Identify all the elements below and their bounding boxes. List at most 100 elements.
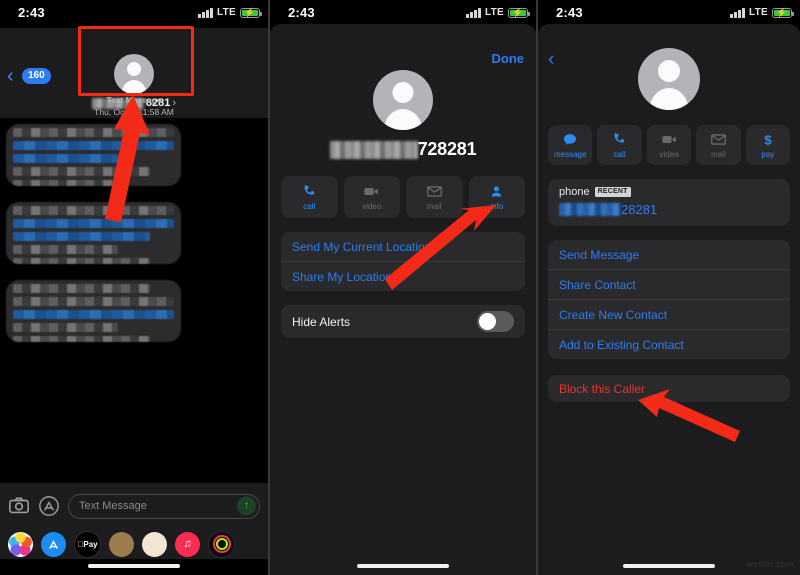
call-action-button[interactable]: call	[597, 125, 642, 165]
unread-count-badge[interactable]: 160	[22, 68, 51, 84]
send-message-row[interactable]: Send Message	[548, 240, 790, 269]
phone-number-card[interactable]: phone RECENT 28281	[548, 179, 790, 226]
fitness-app-icon[interactable]	[208, 530, 235, 558]
person-circle-icon	[489, 184, 504, 200]
carrier-label: LTE	[216, 7, 236, 18]
action-label: pay	[761, 149, 775, 159]
dollar-sign-icon: $	[760, 132, 776, 148]
redacted-phone-number	[559, 203, 621, 216]
share-my-location-row[interactable]: Share My Location	[281, 261, 525, 291]
action-label: mail	[711, 149, 726, 159]
cellular-bars-icon	[730, 7, 745, 18]
message-timestamp: Thu, Oct 8, 11:58 AM	[94, 107, 174, 118]
memoji-sticker-2-icon[interactable]	[142, 531, 167, 557]
action-label: mail	[426, 201, 442, 211]
envelope-icon	[426, 184, 443, 200]
camera-icon[interactable]	[8, 495, 30, 517]
action-label: message	[553, 149, 587, 159]
contact-name: 728281	[270, 139, 536, 160]
send-current-location-row[interactable]: Send My Current Location	[281, 232, 525, 261]
cellular-bars-icon	[198, 7, 213, 18]
block-caller-card: Block this Caller	[548, 375, 790, 402]
add-to-existing-contact-row[interactable]: Add to Existing Contact	[548, 329, 790, 359]
phone-icon	[302, 184, 317, 200]
status-bar-indicators: LTE ⚡	[730, 7, 794, 18]
imessage-app-dock: Pay ♫	[0, 529, 268, 559]
call-action-button[interactable]: call	[281, 176, 338, 218]
block-this-caller-row[interactable]: Block this Caller	[548, 375, 790, 402]
photos-app-icon[interactable]	[8, 531, 33, 557]
mail-action-button: mail	[406, 176, 463, 218]
action-label: video	[659, 149, 679, 159]
message-type-label: Text Message	[106, 95, 162, 105]
carrier-label: LTE	[748, 7, 768, 18]
contact-menu-card: Send Message Share Contact Create New Co…	[548, 240, 790, 359]
contact-action-row: message call video mail $ pay	[548, 125, 791, 165]
home-indicator	[88, 564, 180, 568]
video-camera-icon	[363, 184, 380, 200]
compose-bar: Text Message ↑	[0, 483, 268, 529]
panel-contact-card: 2:43 LTE ⚡ ‹ message call video mail $ p…	[538, 0, 800, 575]
hide-alerts-card: Hide Alerts	[281, 305, 525, 338]
text-message-placeholder: Text Message	[79, 500, 147, 512]
create-new-contact-row[interactable]: Create New Contact	[548, 299, 790, 329]
chevron-left-icon[interactable]: ‹	[7, 66, 14, 86]
message-timestamp-block: Text Message Thu, Oct 8, 11:58 AM	[0, 94, 268, 118]
svg-text:$: $	[764, 132, 772, 147]
redacted-name	[329, 140, 418, 159]
panel-messages-conversation: 2:43 LTE ⚡ ‹ 160 8281 › Text Message Thu…	[0, 0, 268, 575]
person-placeholder-icon	[373, 70, 433, 130]
message-bubble[interactable]	[6, 202, 181, 264]
action-label: video	[362, 201, 382, 211]
panel-conversation-details: 2:43 LTE ⚡ Done 728281 call video mail i…	[270, 0, 536, 575]
quick-action-row: call video mail info	[281, 176, 525, 218]
music-app-icon[interactable]: ♫	[175, 531, 200, 557]
phone-digits: 28281	[621, 202, 658, 217]
cellular-bars-icon	[466, 7, 481, 18]
message-bubble-icon	[562, 132, 578, 148]
home-indicator	[357, 564, 449, 568]
recent-badge: RECENT	[594, 186, 631, 198]
battery-charging-icon: ⚡	[508, 7, 530, 18]
message-bubble[interactable]	[6, 280, 181, 342]
location-options-card: Send My Current Location Share My Locati…	[281, 232, 525, 291]
share-contact-row[interactable]: Share Contact	[548, 269, 790, 299]
text-message-input[interactable]: Text Message ↑	[68, 493, 260, 519]
send-arrow-up-icon[interactable]: ↑	[237, 496, 256, 516]
status-bar-time: 2:43	[18, 5, 45, 20]
hide-alerts-row[interactable]: Hide Alerts	[281, 305, 525, 338]
envelope-icon	[710, 132, 727, 148]
screenshot-stage: 2:43 LTE ⚡ ‹ 160 8281 › Text Message Thu…	[0, 0, 800, 575]
battery-charging-icon: ⚡	[240, 7, 262, 18]
done-button[interactable]: Done	[492, 51, 525, 66]
action-label: call	[613, 149, 626, 159]
message-bubble[interactable]	[6, 124, 181, 186]
mail-action-button: mail	[696, 125, 741, 165]
status-bar-time: 2:43	[288, 5, 315, 20]
info-action-button[interactable]: info	[468, 176, 525, 218]
person-placeholder-icon	[638, 48, 700, 110]
memoji-sticker-1-icon[interactable]	[109, 531, 134, 557]
site-watermark: wsxdn.com	[746, 559, 794, 569]
app-store-icon[interactable]	[38, 495, 60, 517]
hide-alerts-toggle[interactable]	[477, 311, 514, 332]
action-label: info	[490, 201, 504, 211]
action-label: call	[303, 201, 316, 211]
chevron-left-icon[interactable]: ‹	[548, 50, 554, 69]
status-bar-indicators: LTE ⚡	[198, 7, 262, 18]
message-thread[interactable]	[0, 118, 268, 483]
status-bar-time: 2:43	[556, 5, 583, 20]
hide-alerts-label: Hide Alerts	[292, 314, 351, 329]
video-camera-icon	[661, 132, 678, 148]
status-bar: 2:43 LTE ⚡	[0, 0, 268, 28]
pay-action-button[interactable]: $ pay	[745, 125, 791, 165]
apple-pay-app-icon[interactable]: Pay	[74, 530, 101, 558]
person-placeholder-icon	[114, 54, 154, 94]
app-store-app-icon[interactable]	[41, 531, 66, 557]
phone-label-row: phone RECENT	[559, 186, 779, 198]
phone-label: phone	[559, 186, 590, 198]
message-action-button[interactable]: message	[548, 125, 593, 165]
status-bar-indicators: LTE ⚡	[466, 7, 530, 18]
video-action-button: video	[343, 176, 400, 218]
home-indicator	[623, 564, 715, 568]
